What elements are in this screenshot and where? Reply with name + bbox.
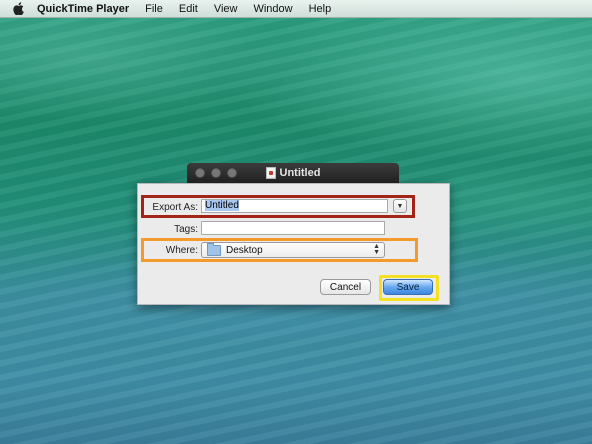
menu-help[interactable]: Help xyxy=(309,3,332,15)
export-as-label: Export As: xyxy=(152,202,198,213)
chevron-down-icon: ▼ xyxy=(396,202,404,210)
where-value: Desktop xyxy=(226,244,263,256)
where-popup[interactable]: Desktop ▲ ▼ xyxy=(201,242,385,258)
export-as-field[interactable]: Untitled xyxy=(201,199,388,213)
where-label: Where: xyxy=(165,245,198,256)
cancel-button[interactable]: Cancel xyxy=(320,279,371,295)
menu-view[interactable]: View xyxy=(214,3,238,15)
document-icon xyxy=(265,167,276,179)
menu-app-name[interactable]: QuickTime Player xyxy=(37,3,129,15)
expand-dropdown-button[interactable]: ▼ xyxy=(393,199,407,213)
window-title: Untitled xyxy=(279,167,321,179)
save-button[interactable]: Save xyxy=(383,279,433,295)
export-as-value: Untitled xyxy=(205,200,239,211)
up-down-arrows-icon: ▲ ▼ xyxy=(373,243,380,256)
window-title-group: Untitled xyxy=(187,163,399,183)
menu-bar: QuickTime Player File Edit View Window H… xyxy=(0,0,592,18)
menu-file[interactable]: File xyxy=(145,3,163,15)
menu-window[interactable]: Window xyxy=(253,3,292,15)
folder-icon xyxy=(207,242,221,256)
menu-edit[interactable]: Edit xyxy=(179,3,198,15)
apple-icon[interactable] xyxy=(12,2,25,15)
tags-label: Tags: xyxy=(174,224,198,235)
tags-field[interactable] xyxy=(201,221,385,235)
window-title-bar[interactable]: Untitled xyxy=(187,163,399,183)
